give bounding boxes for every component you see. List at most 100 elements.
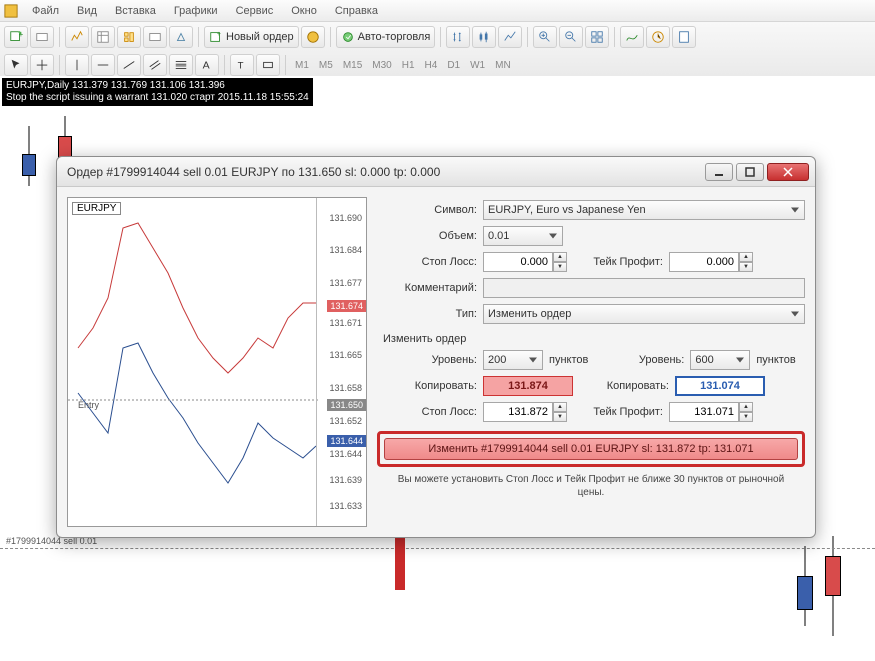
- type-select[interactable]: Изменить ордер: [483, 304, 805, 324]
- minimize-button[interactable]: [705, 163, 733, 181]
- label-tp: Тейк Профит:: [573, 256, 663, 268]
- dialog-titlebar[interactable]: Ордер #1799914044 sell 0.01 EURJPY по 13…: [57, 157, 815, 187]
- tf-m5[interactable]: M5: [315, 60, 337, 71]
- new-chart-button[interactable]: +: [4, 26, 28, 48]
- menu-service[interactable]: Сервис: [228, 3, 282, 19]
- candle: [797, 546, 813, 626]
- spin-down-icon[interactable]: ▼: [553, 262, 567, 272]
- modify-section-header: Изменить ордер: [377, 327, 805, 347]
- text-button[interactable]: A: [195, 54, 219, 76]
- tf-h4[interactable]: H4: [421, 60, 442, 71]
- spin-up-icon[interactable]: ▲: [739, 402, 753, 412]
- final-tp-input[interactable]: ▲▼: [669, 402, 753, 422]
- zoom-in-button[interactable]: [533, 26, 557, 48]
- label-symbol: Символ:: [377, 204, 477, 216]
- label-sl: Стоп Лосс:: [377, 256, 477, 268]
- svg-text:+: +: [19, 30, 23, 39]
- y-tick: 131.677: [329, 278, 362, 288]
- svg-text:A: A: [203, 60, 210, 72]
- tf-d1[interactable]: D1: [443, 60, 464, 71]
- indicators-button[interactable]: [620, 26, 644, 48]
- maximize-button[interactable]: [736, 163, 764, 181]
- open-tag: 131.650: [327, 399, 366, 411]
- hline-button[interactable]: [91, 54, 115, 76]
- y-tick: 131.684: [329, 245, 362, 255]
- tf-h1[interactable]: H1: [398, 60, 419, 71]
- sl-input[interactable]: ▲▼: [483, 252, 567, 272]
- symbol-select[interactable]: EURJPY, Euro vs Japanese Yen: [483, 200, 805, 220]
- periodicity-button[interactable]: [646, 26, 670, 48]
- fibo-button[interactable]: [169, 54, 193, 76]
- chart-header: EURJPY,Daily 131.379 131.769 131.106 131…: [2, 78, 313, 106]
- metaquotes-button[interactable]: [301, 26, 325, 48]
- new-order-label: Новый ордер: [226, 31, 294, 43]
- spin-up-icon[interactable]: ▲: [739, 252, 753, 262]
- y-tick: 131.690: [329, 213, 362, 223]
- templates-button[interactable]: [672, 26, 696, 48]
- y-tick: 131.633: [329, 501, 362, 511]
- tf-mn[interactable]: MN: [491, 60, 515, 71]
- market-watch-button[interactable]: [65, 26, 89, 48]
- line-chart-button[interactable]: [498, 26, 522, 48]
- terminal-button[interactable]: [143, 26, 167, 48]
- final-sl-field[interactable]: [483, 402, 553, 422]
- tf-w1[interactable]: W1: [466, 60, 489, 71]
- points-label-sl: пунктов: [549, 354, 588, 366]
- level-tp-value: 600: [695, 354, 713, 366]
- menu-file[interactable]: Файл: [24, 3, 67, 19]
- modify-order-button[interactable]: Изменить #1799914044 sell 0.01 EURJPY sl…: [384, 438, 798, 460]
- spin-up-icon[interactable]: ▲: [553, 402, 567, 412]
- label-copy-sl: Копировать:: [377, 380, 477, 392]
- chart-script-msg: Stop the script issuing a warrant 131.02…: [6, 92, 309, 104]
- spin-down-icon[interactable]: ▼: [553, 412, 567, 422]
- crosshair-button[interactable]: [30, 54, 54, 76]
- volume-select[interactable]: 0.01: [483, 226, 563, 246]
- y-tick: 131.665: [329, 350, 362, 360]
- tick-y-scale: 131.690 131.684 131.677 131.674 131.671 …: [316, 198, 366, 526]
- cursor-button[interactable]: [4, 54, 28, 76]
- channel-button[interactable]: [143, 54, 167, 76]
- label-volume: Объем:: [377, 230, 477, 242]
- level-tp-select[interactable]: 600: [690, 350, 750, 370]
- bar-chart-button[interactable]: [446, 26, 470, 48]
- spin-down-icon[interactable]: ▼: [739, 262, 753, 272]
- objects-button[interactable]: [256, 54, 280, 76]
- svg-text:+: +: [217, 31, 221, 38]
- modify-note: Вы можете установить Стоп Лосс и Тейк Пр…: [377, 467, 805, 501]
- auto-trade-button[interactable]: Авто-торговля: [336, 26, 436, 48]
- spin-down-icon[interactable]: ▼: [739, 412, 753, 422]
- tf-m15[interactable]: M15: [339, 60, 366, 71]
- label-type: Тип:: [377, 308, 477, 320]
- level-sl-select[interactable]: 200: [483, 350, 543, 370]
- final-tp-field[interactable]: [669, 402, 739, 422]
- tile-windows-button[interactable]: [585, 26, 609, 48]
- menu-charts[interactable]: Графики: [166, 3, 226, 19]
- menu-help[interactable]: Справка: [327, 3, 386, 19]
- zoom-out-button[interactable]: [559, 26, 583, 48]
- tp-field[interactable]: [669, 252, 739, 272]
- data-window-button[interactable]: [91, 26, 115, 48]
- tf-m1[interactable]: M1: [291, 60, 313, 71]
- comment-field[interactable]: [483, 278, 805, 298]
- text-label-button[interactable]: T: [230, 54, 254, 76]
- tp-input[interactable]: ▲▼: [669, 252, 753, 272]
- menu-insert[interactable]: Вставка: [107, 3, 164, 19]
- sl-field[interactable]: [483, 252, 553, 272]
- points-label-tp: пунктов: [756, 354, 795, 366]
- trendline-button[interactable]: [117, 54, 141, 76]
- menu-view[interactable]: Вид: [69, 3, 105, 19]
- candle-chart-button[interactable]: [472, 26, 496, 48]
- tester-button[interactable]: [169, 26, 193, 48]
- copy-sl-button[interactable]: 131.874: [483, 376, 573, 396]
- close-button[interactable]: [767, 163, 809, 181]
- navigator-button[interactable]: [117, 26, 141, 48]
- tf-m30[interactable]: M30: [368, 60, 395, 71]
- y-tick: 131.671: [329, 318, 362, 328]
- menu-window[interactable]: Окно: [283, 3, 325, 19]
- new-order-button[interactable]: + Новый ордер: [204, 26, 299, 48]
- copy-tp-button[interactable]: 131.074: [675, 376, 765, 396]
- final-sl-input[interactable]: ▲▼: [483, 402, 567, 422]
- spin-up-icon[interactable]: ▲: [553, 252, 567, 262]
- profiles-button[interactable]: [30, 26, 54, 48]
- vline-button[interactable]: [65, 54, 89, 76]
